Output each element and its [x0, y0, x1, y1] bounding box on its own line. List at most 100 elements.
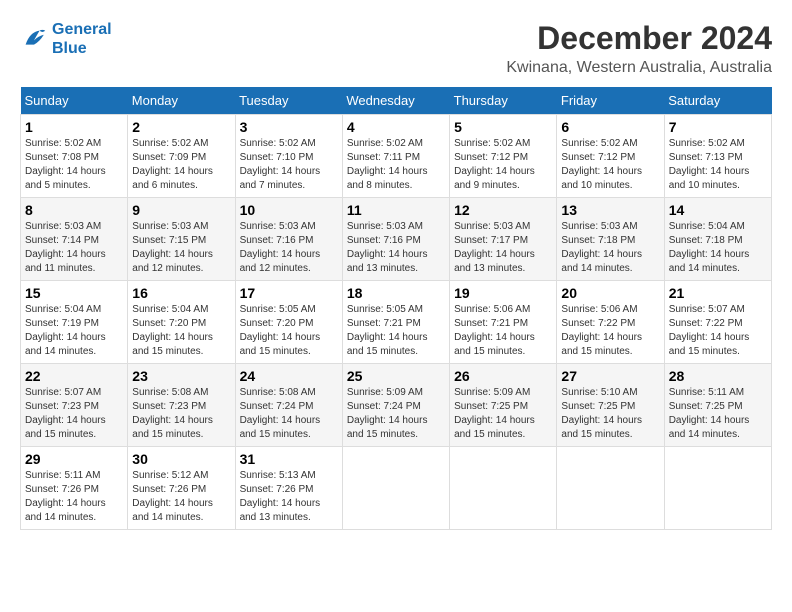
- table-cell: 6Sunrise: 5:02 AM Sunset: 7:12 PM Daylig…: [557, 115, 664, 198]
- day-number: 21: [669, 285, 767, 301]
- table-cell: 5Sunrise: 5:02 AM Sunset: 7:12 PM Daylig…: [450, 115, 557, 198]
- week-row-5: 29 Sunrise: 5:11 AM Sunset: 7:26 PM Dayli…: [21, 447, 772, 530]
- day-info: Sunrise: 5:02 AM Sunset: 7:12 PM Dayligh…: [561, 137, 659, 193]
- table-cell: 12Sunrise: 5:03 AM Sunset: 7:17 PM Dayli…: [450, 198, 557, 281]
- table-cell: 18 Sunrise: 5:05 AM Sunset: 7:21 PM Dayli…: [342, 281, 449, 364]
- day-info: Sunrise: 5:02 AM Sunset: 7:08 PM Dayligh…: [25, 137, 123, 193]
- table-cell: 13Sunrise: 5:03 AM Sunset: 7:18 PM Dayli…: [557, 198, 664, 281]
- table-cell: 7 Sunrise: 5:02 AM Sunset: 7:13 PM Daylig…: [664, 115, 771, 198]
- day-number: 11: [347, 202, 445, 218]
- table-cell: 4 Sunrise: 5:02 AM Sunset: 7:11 PM Daylig…: [342, 115, 449, 198]
- table-cell: [664, 447, 771, 530]
- table-cell: 14 Sunrise: 5:04 AM Sunset: 7:18 PM Dayli…: [664, 198, 771, 281]
- table-cell: [450, 447, 557, 530]
- day-number: 4: [347, 119, 445, 135]
- day-info: Sunrise: 5:09 AM Sunset: 7:24 PM Dayligh…: [347, 386, 445, 442]
- day-info: Sunrise: 5:06 AM Sunset: 7:21 PM Dayligh…: [454, 303, 552, 359]
- table-cell: 19 Sunrise: 5:06 AM Sunset: 7:21 PM Dayli…: [450, 281, 557, 364]
- day-number: 13: [561, 202, 659, 218]
- day-number: 7: [669, 119, 767, 135]
- table-cell: 10 Sunrise: 5:03 AM Sunset: 7:16 PM Dayli…: [235, 198, 342, 281]
- header-sunday: Sunday: [21, 87, 128, 115]
- day-info: Sunrise: 5:08 AM Sunset: 7:24 PM Dayligh…: [240, 386, 338, 442]
- week-row-1: 1 Sunrise: 5:02 AM Sunset: 7:08 PM Daylig…: [21, 115, 772, 198]
- day-number: 19: [454, 285, 552, 301]
- table-cell: 20 Sunrise: 5:06 AM Sunset: 7:22 PM Dayli…: [557, 281, 664, 364]
- day-info: Sunrise: 5:11 AM Sunset: 7:25 PM Dayligh…: [669, 386, 767, 442]
- month-title: December 2024: [506, 20, 772, 57]
- table-cell: 21 Sunrise: 5:07 AM Sunset: 7:22 PM Dayli…: [664, 281, 771, 364]
- logo-text: General Blue: [52, 20, 112, 58]
- day-info: Sunrise: 5:03 AM Sunset: 7:16 PM Dayligh…: [347, 220, 445, 276]
- day-info: Sunrise: 5:12 AM Sunset: 7:26 PM Dayligh…: [132, 469, 230, 525]
- day-number: 30: [132, 451, 230, 467]
- table-cell: 11 Sunrise: 5:03 AM Sunset: 7:16 PM Dayli…: [342, 198, 449, 281]
- table-cell: 2Sunrise: 5:02 AM Sunset: 7:09 PM Daylig…: [128, 115, 235, 198]
- header-friday: Friday: [557, 87, 664, 115]
- table-cell: 9 Sunrise: 5:03 AM Sunset: 7:15 PM Daylig…: [128, 198, 235, 281]
- day-number: 26: [454, 368, 552, 384]
- table-cell: [557, 447, 664, 530]
- table-cell: [342, 447, 449, 530]
- table-cell: 15 Sunrise: 5:04 AM Sunset: 7:19 PM Dayli…: [21, 281, 128, 364]
- day-number: 29: [25, 451, 123, 467]
- day-number: 15: [25, 285, 123, 301]
- title-section: December 2024 Kwinana, Western Australia…: [506, 20, 772, 77]
- header-thursday: Thursday: [450, 87, 557, 115]
- day-info: Sunrise: 5:07 AM Sunset: 7:23 PM Dayligh…: [25, 386, 123, 442]
- header-tuesday: Tuesday: [235, 87, 342, 115]
- table-cell: 23 Sunrise: 5:08 AM Sunset: 7:23 PM Dayli…: [128, 364, 235, 447]
- day-number: 24: [240, 368, 338, 384]
- day-info: Sunrise: 5:10 AM Sunset: 7:25 PM Dayligh…: [561, 386, 659, 442]
- day-info: Sunrise: 5:02 AM Sunset: 7:11 PM Dayligh…: [347, 137, 445, 193]
- week-row-3: 15 Sunrise: 5:04 AM Sunset: 7:19 PM Dayli…: [21, 281, 772, 364]
- day-info: Sunrise: 5:03 AM Sunset: 7:16 PM Dayligh…: [240, 220, 338, 276]
- page-header: General Blue December 2024 Kwinana, West…: [20, 20, 772, 77]
- day-number: 9: [132, 202, 230, 218]
- table-cell: 25 Sunrise: 5:09 AM Sunset: 7:24 PM Dayli…: [342, 364, 449, 447]
- day-info: Sunrise: 5:07 AM Sunset: 7:22 PM Dayligh…: [669, 303, 767, 359]
- day-info: Sunrise: 5:13 AM Sunset: 7:26 PM Dayligh…: [240, 469, 338, 525]
- day-number: 14: [669, 202, 767, 218]
- location-title: Kwinana, Western Australia, Australia: [506, 59, 772, 77]
- day-info: Sunrise: 5:03 AM Sunset: 7:15 PM Dayligh…: [132, 220, 230, 276]
- day-number: 31: [240, 451, 338, 467]
- table-cell: 30 Sunrise: 5:12 AM Sunset: 7:26 PM Dayli…: [128, 447, 235, 530]
- table-cell: 8 Sunrise: 5:03 AM Sunset: 7:14 PM Daylig…: [21, 198, 128, 281]
- day-info: Sunrise: 5:05 AM Sunset: 7:20 PM Dayligh…: [240, 303, 338, 359]
- day-number: 10: [240, 202, 338, 218]
- day-info: Sunrise: 5:04 AM Sunset: 7:19 PM Dayligh…: [25, 303, 123, 359]
- header-saturday: Saturday: [664, 87, 771, 115]
- day-number: 8: [25, 202, 123, 218]
- day-info: Sunrise: 5:09 AM Sunset: 7:25 PM Dayligh…: [454, 386, 552, 442]
- week-row-2: 8 Sunrise: 5:03 AM Sunset: 7:14 PM Daylig…: [21, 198, 772, 281]
- day-info: Sunrise: 5:08 AM Sunset: 7:23 PM Dayligh…: [132, 386, 230, 442]
- table-cell: 24 Sunrise: 5:08 AM Sunset: 7:24 PM Dayli…: [235, 364, 342, 447]
- day-info: Sunrise: 5:04 AM Sunset: 7:20 PM Dayligh…: [132, 303, 230, 359]
- day-number: 18: [347, 285, 445, 301]
- day-number: 23: [132, 368, 230, 384]
- day-info: Sunrise: 5:02 AM Sunset: 7:10 PM Dayligh…: [240, 137, 338, 193]
- day-number: 1: [25, 119, 123, 135]
- day-info: Sunrise: 5:05 AM Sunset: 7:21 PM Dayligh…: [347, 303, 445, 359]
- table-cell: 29 Sunrise: 5:11 AM Sunset: 7:26 PM Dayli…: [21, 447, 128, 530]
- calendar-header-row: Sunday Monday Tuesday Wednesday Thursday…: [21, 87, 772, 115]
- day-number: 25: [347, 368, 445, 384]
- table-cell: 17 Sunrise: 5:05 AM Sunset: 7:20 PM Dayli…: [235, 281, 342, 364]
- header-wednesday: Wednesday: [342, 87, 449, 115]
- calendar-table: Sunday Monday Tuesday Wednesday Thursday…: [20, 87, 772, 530]
- day-number: 3: [240, 119, 338, 135]
- day-info: Sunrise: 5:02 AM Sunset: 7:13 PM Dayligh…: [669, 137, 767, 193]
- day-number: 27: [561, 368, 659, 384]
- day-info: Sunrise: 5:03 AM Sunset: 7:14 PM Dayligh…: [25, 220, 123, 276]
- logo-icon: [20, 25, 48, 53]
- day-number: 28: [669, 368, 767, 384]
- day-number: 17: [240, 285, 338, 301]
- table-cell: 3 Sunrise: 5:02 AM Sunset: 7:10 PM Daylig…: [235, 115, 342, 198]
- day-info: Sunrise: 5:06 AM Sunset: 7:22 PM Dayligh…: [561, 303, 659, 359]
- table-cell: 28 Sunrise: 5:11 AM Sunset: 7:25 PM Dayli…: [664, 364, 771, 447]
- logo: General Blue: [20, 20, 112, 58]
- day-info: Sunrise: 5:11 AM Sunset: 7:26 PM Dayligh…: [25, 469, 123, 525]
- day-info: Sunrise: 5:04 AM Sunset: 7:18 PM Dayligh…: [669, 220, 767, 276]
- day-number: 20: [561, 285, 659, 301]
